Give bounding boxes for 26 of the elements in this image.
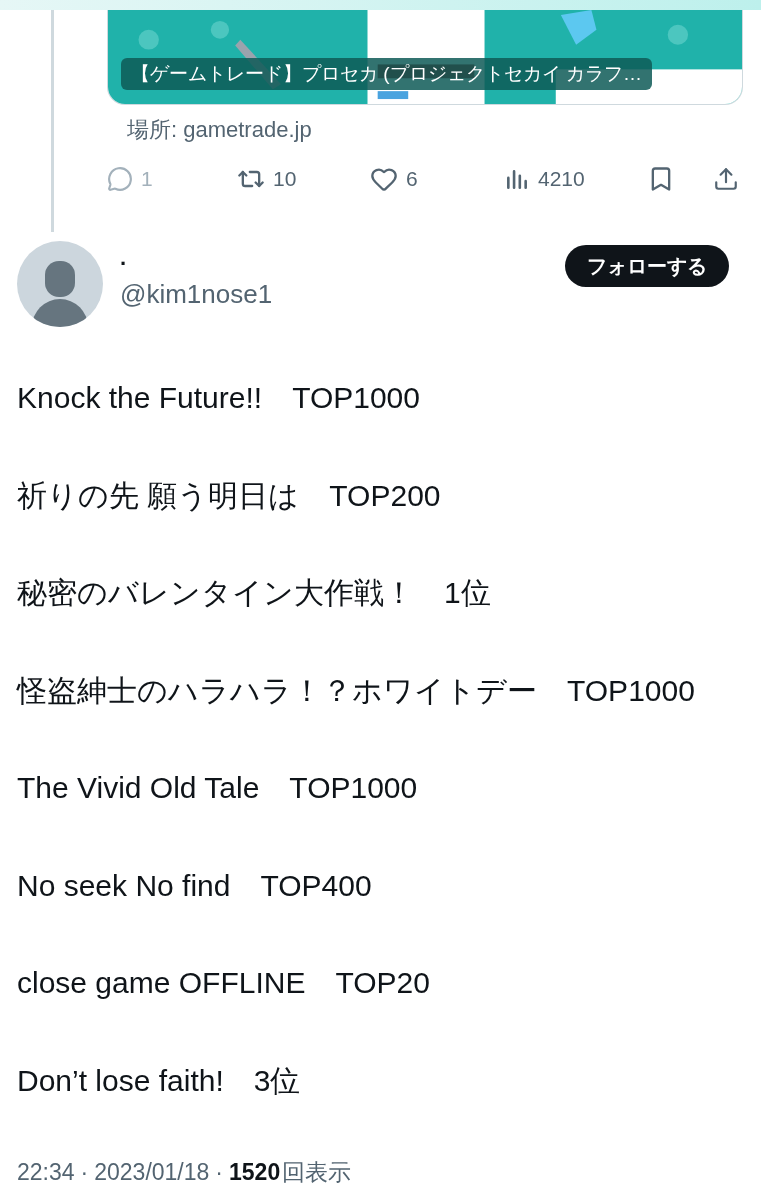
views-label: 回表示: [282, 1158, 352, 1187]
follow-button[interactable]: フォローする: [565, 245, 729, 287]
separator: ·: [80, 1158, 89, 1187]
tweet-time[interactable]: 22:34: [17, 1155, 75, 1190]
display-name[interactable]: ·: [120, 251, 565, 277]
separator: ·: [215, 1158, 224, 1187]
tweet-text-line: Knock the Future!! TOP1000: [17, 380, 421, 416]
share-icon[interactable]: [713, 166, 739, 192]
tweet-text-line: 祈りの先 願う明日は TOP200: [17, 477, 442, 514]
view-count: 1520: [229, 1158, 281, 1187]
link-card[interactable]: 【ゲームトレード】プロセカ (プロジェクトセカイ カラフ…: [107, 10, 743, 105]
action-count: 6: [406, 166, 418, 193]
tweet-text-line: close game OFFLINE TOP20: [17, 965, 431, 1001]
action-count: 1: [141, 166, 153, 193]
tweet-text-line: The Vivid Old Tale TOP1000: [17, 770, 419, 806]
tweet-text-line: Don’t lose faith! 3位: [17, 1062, 302, 1099]
tweet-text-line: 怪盗紳士のハラハラ！？ホワイトデー TOP1000: [17, 672, 696, 709]
user-handle[interactable]: @kim1nose1: [120, 277, 565, 311]
tweet-text-line: 秘密のバレンタイン大作戦！ 1位: [17, 575, 492, 611]
action-count: 10: [273, 166, 297, 193]
action-count: 4210: [538, 166, 585, 193]
link-domain[interactable]: 場所: gametrade.jp: [127, 116, 743, 144]
heart-icon[interactable]: [370, 165, 398, 193]
tweet-date[interactable]: 2023/01/18: [94, 1155, 210, 1190]
tweet-text-line: No seek No find TOP400: [17, 867, 373, 904]
link-card-title: 【ゲームトレード】プロセカ (プロジェクトセカイ カラフ…: [121, 58, 652, 90]
